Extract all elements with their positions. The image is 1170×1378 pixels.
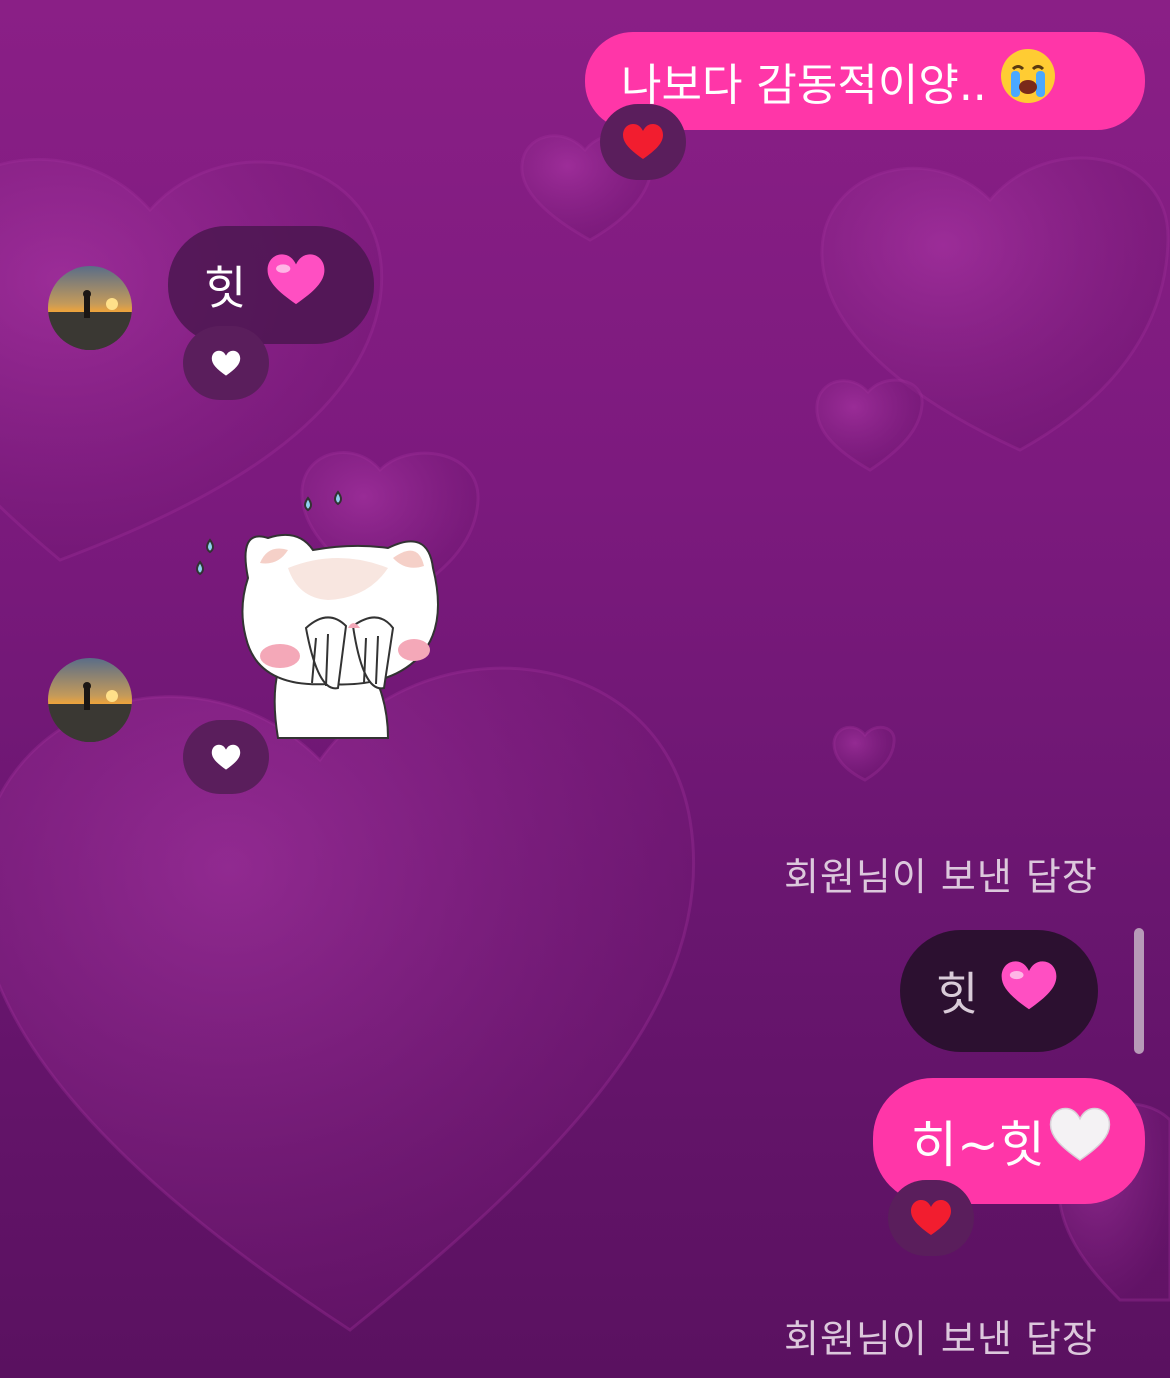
pink-heart-emoji-icon — [1000, 960, 1058, 1023]
reaction-red-heart[interactable] — [888, 1180, 974, 1256]
reaction-white-heart[interactable] — [183, 326, 269, 400]
message-text: 나보다 감동적이양.. — [621, 60, 987, 111]
white-heart-icon — [211, 744, 241, 771]
red-heart-icon — [622, 123, 664, 161]
message-text: 히~힛 — [911, 1116, 1045, 1174]
contact-avatar[interactable] — [48, 658, 132, 742]
reaction-red-heart[interactable] — [600, 104, 686, 180]
scrollbar-thumb[interactable] — [1134, 928, 1144, 1054]
pink-heart-emoji-icon — [266, 253, 326, 318]
contact-avatar[interactable] — [48, 266, 132, 350]
message-text: 힛 — [204, 261, 247, 315]
quoted-message-bubble[interactable]: 힛 — [900, 930, 1098, 1052]
red-heart-icon — [910, 1199, 952, 1237]
crying-face-emoji-icon — [999, 47, 1057, 116]
received-message-bubble[interactable]: 힛 — [168, 226, 374, 344]
reaction-white-heart[interactable] — [183, 720, 269, 794]
white-heart-emoji-icon — [1049, 1107, 1111, 1175]
white-heart-icon — [211, 350, 241, 377]
quoted-text: 힛 — [936, 967, 979, 1021]
reply-label: 회원님이 보낸 답장 — [784, 855, 1098, 899]
reply-label: 회원님이 보낸 답장 — [784, 1317, 1098, 1361]
cat-blushing-sticker[interactable] — [188, 488, 448, 744]
